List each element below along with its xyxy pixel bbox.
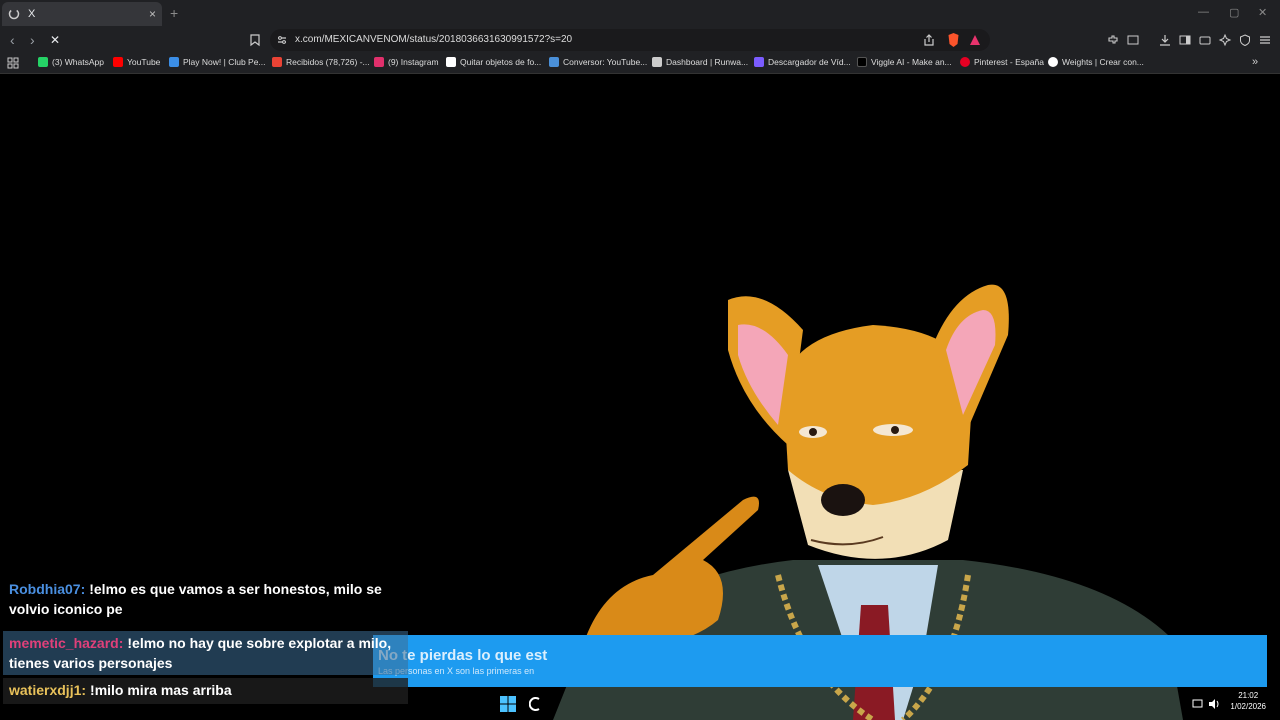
converter-icon bbox=[549, 57, 559, 67]
volume-icon[interactable] bbox=[1208, 698, 1220, 710]
share-icon[interactable] bbox=[922, 33, 936, 47]
runway-icon bbox=[652, 57, 662, 67]
bookmark-item[interactable]: (3) WhatsApp bbox=[38, 57, 104, 67]
bookmark-label: (9) Instagram bbox=[388, 57, 439, 67]
scrollbar[interactable] bbox=[1267, 75, 1280, 720]
club-penguin-icon bbox=[169, 57, 179, 67]
leo-ai-icon[interactable] bbox=[1218, 33, 1232, 47]
bookmark-item[interactable]: Conversor: YouTube... bbox=[549, 57, 647, 67]
menu-icon[interactable] bbox=[1258, 33, 1272, 47]
more-bookmarks-icon[interactable]: » bbox=[1252, 56, 1258, 68]
bookmark-label: Play Now! | Club Pe... bbox=[183, 57, 266, 67]
weights-icon bbox=[1048, 57, 1058, 67]
bookmark-label: YouTube bbox=[127, 57, 161, 67]
address-bar[interactable]: x.com/MEXICANVENOM/status/20180366316309… bbox=[270, 29, 990, 51]
youtube-icon bbox=[113, 57, 123, 67]
pinterest-icon bbox=[960, 57, 970, 67]
new-tab-button[interactable]: + bbox=[170, 5, 178, 21]
minimize-button[interactable]: — bbox=[1198, 6, 1209, 18]
bookmark-label: Dashboard | Runwa... bbox=[666, 57, 749, 67]
bookmark-item[interactable]: (9) Instagram bbox=[374, 57, 439, 67]
bookmark-item[interactable]: Quitar objetos de fo... bbox=[446, 57, 541, 67]
video-player[interactable]: No te pierdas lo que est Las personas en… bbox=[3, 75, 1267, 720]
bookmark-label: Weights | Crear con... bbox=[1062, 57, 1144, 67]
tab-close-icon[interactable]: × bbox=[149, 7, 156, 21]
tab-strip: X × + — ▢ ✕ bbox=[0, 0, 1280, 27]
bookmark-item[interactable]: Recibidos (78,726) -... bbox=[272, 57, 370, 67]
tab-title: X bbox=[28, 8, 36, 20]
download-icon[interactable] bbox=[1158, 33, 1172, 47]
bookmark-label: Descargador de Víd... bbox=[768, 57, 851, 67]
bookmark-item[interactable]: Descargador de Víd... bbox=[754, 57, 851, 67]
vpn-shield-icon[interactable] bbox=[1238, 33, 1252, 47]
instagram-icon bbox=[374, 57, 384, 67]
bookmark-label: Pinterest - España bbox=[974, 57, 1044, 67]
bookmark-label: Quitar objetos de fo... bbox=[460, 57, 542, 67]
bookmark-label: Conversor: YouTube... bbox=[563, 57, 648, 67]
signup-banner[interactable]: No te pierdas lo que est Las personas en… bbox=[373, 635, 1267, 687]
forward-button[interactable]: › bbox=[30, 33, 35, 47]
url-text: x.com/MEXICANVENOM/status/20180366316309… bbox=[295, 34, 573, 45]
bookmark-item[interactable]: YouTube bbox=[113, 57, 160, 67]
bookmark-label: Recibidos (78,726) -... bbox=[286, 57, 370, 67]
apps-grid-icon[interactable] bbox=[7, 57, 19, 69]
windows-start-icon[interactable] bbox=[500, 696, 516, 712]
downloader-icon bbox=[754, 57, 764, 67]
brave-rewards-icon[interactable] bbox=[968, 33, 982, 47]
chat-message: memetic_hazard: !elmo no hay que sobre ex… bbox=[3, 631, 408, 675]
clock-time: 21:02 bbox=[1238, 691, 1259, 700]
taskbar: 21:02 1/02/2026 bbox=[0, 690, 1280, 720]
bookmark-label: Viggle AI - Make an... bbox=[871, 57, 952, 67]
maximize-button[interactable]: ▢ bbox=[1229, 6, 1239, 19]
close-window-button[interactable]: ✕ bbox=[1258, 6, 1267, 19]
loading-icon bbox=[8, 8, 20, 20]
chat-message: Robdhia07: !elmo es que vamos a ser hones… bbox=[3, 577, 408, 621]
bookmark-item[interactable]: Weights | Crear con... bbox=[1048, 57, 1144, 67]
extensions-icon[interactable] bbox=[1106, 33, 1120, 47]
site-settings-icon[interactable] bbox=[276, 34, 288, 46]
system-clock[interactable]: 21:02 1/02/2026 bbox=[1230, 690, 1266, 712]
whatsapp-icon bbox=[38, 57, 48, 67]
chat-username: memetic_hazard: bbox=[9, 635, 124, 651]
chat-username: Robdhia07: bbox=[9, 581, 86, 597]
search-icon[interactable] bbox=[529, 696, 541, 712]
stop-button[interactable]: ✕ bbox=[50, 33, 60, 47]
gmail-icon bbox=[272, 57, 282, 67]
bookmark-item[interactable]: Viggle AI - Make an... bbox=[857, 57, 952, 67]
bookmark-item[interactable]: Play Now! | Club Pe... bbox=[169, 57, 266, 67]
bookmark-item[interactable]: Dashboard | Runwa... bbox=[652, 57, 748, 67]
wallet-icon[interactable] bbox=[1198, 33, 1212, 47]
tab-search-icon[interactable] bbox=[1126, 33, 1140, 47]
tab-x[interactable]: X × bbox=[2, 2, 162, 26]
bookmark-label: (3) WhatsApp bbox=[52, 57, 104, 67]
sidebar-icon[interactable] bbox=[1178, 33, 1192, 47]
network-icon[interactable] bbox=[1192, 698, 1204, 710]
bookmarks-bar: (3) WhatsApp YouTube Play Now! | Club Pe… bbox=[0, 53, 1280, 74]
bookmark-item[interactable]: Pinterest - España bbox=[960, 57, 1044, 67]
clock-date: 1/02/2026 bbox=[1230, 702, 1266, 711]
back-button[interactable]: ‹ bbox=[10, 33, 15, 47]
document-icon bbox=[446, 57, 456, 67]
bookmark-icon[interactable] bbox=[248, 33, 262, 47]
viggle-icon bbox=[857, 57, 867, 67]
browser-toolbar: ‹ › ✕ x.com/MEXICANVENOM/status/20180366… bbox=[0, 27, 1280, 53]
brave-shields-icon[interactable] bbox=[946, 32, 961, 48]
